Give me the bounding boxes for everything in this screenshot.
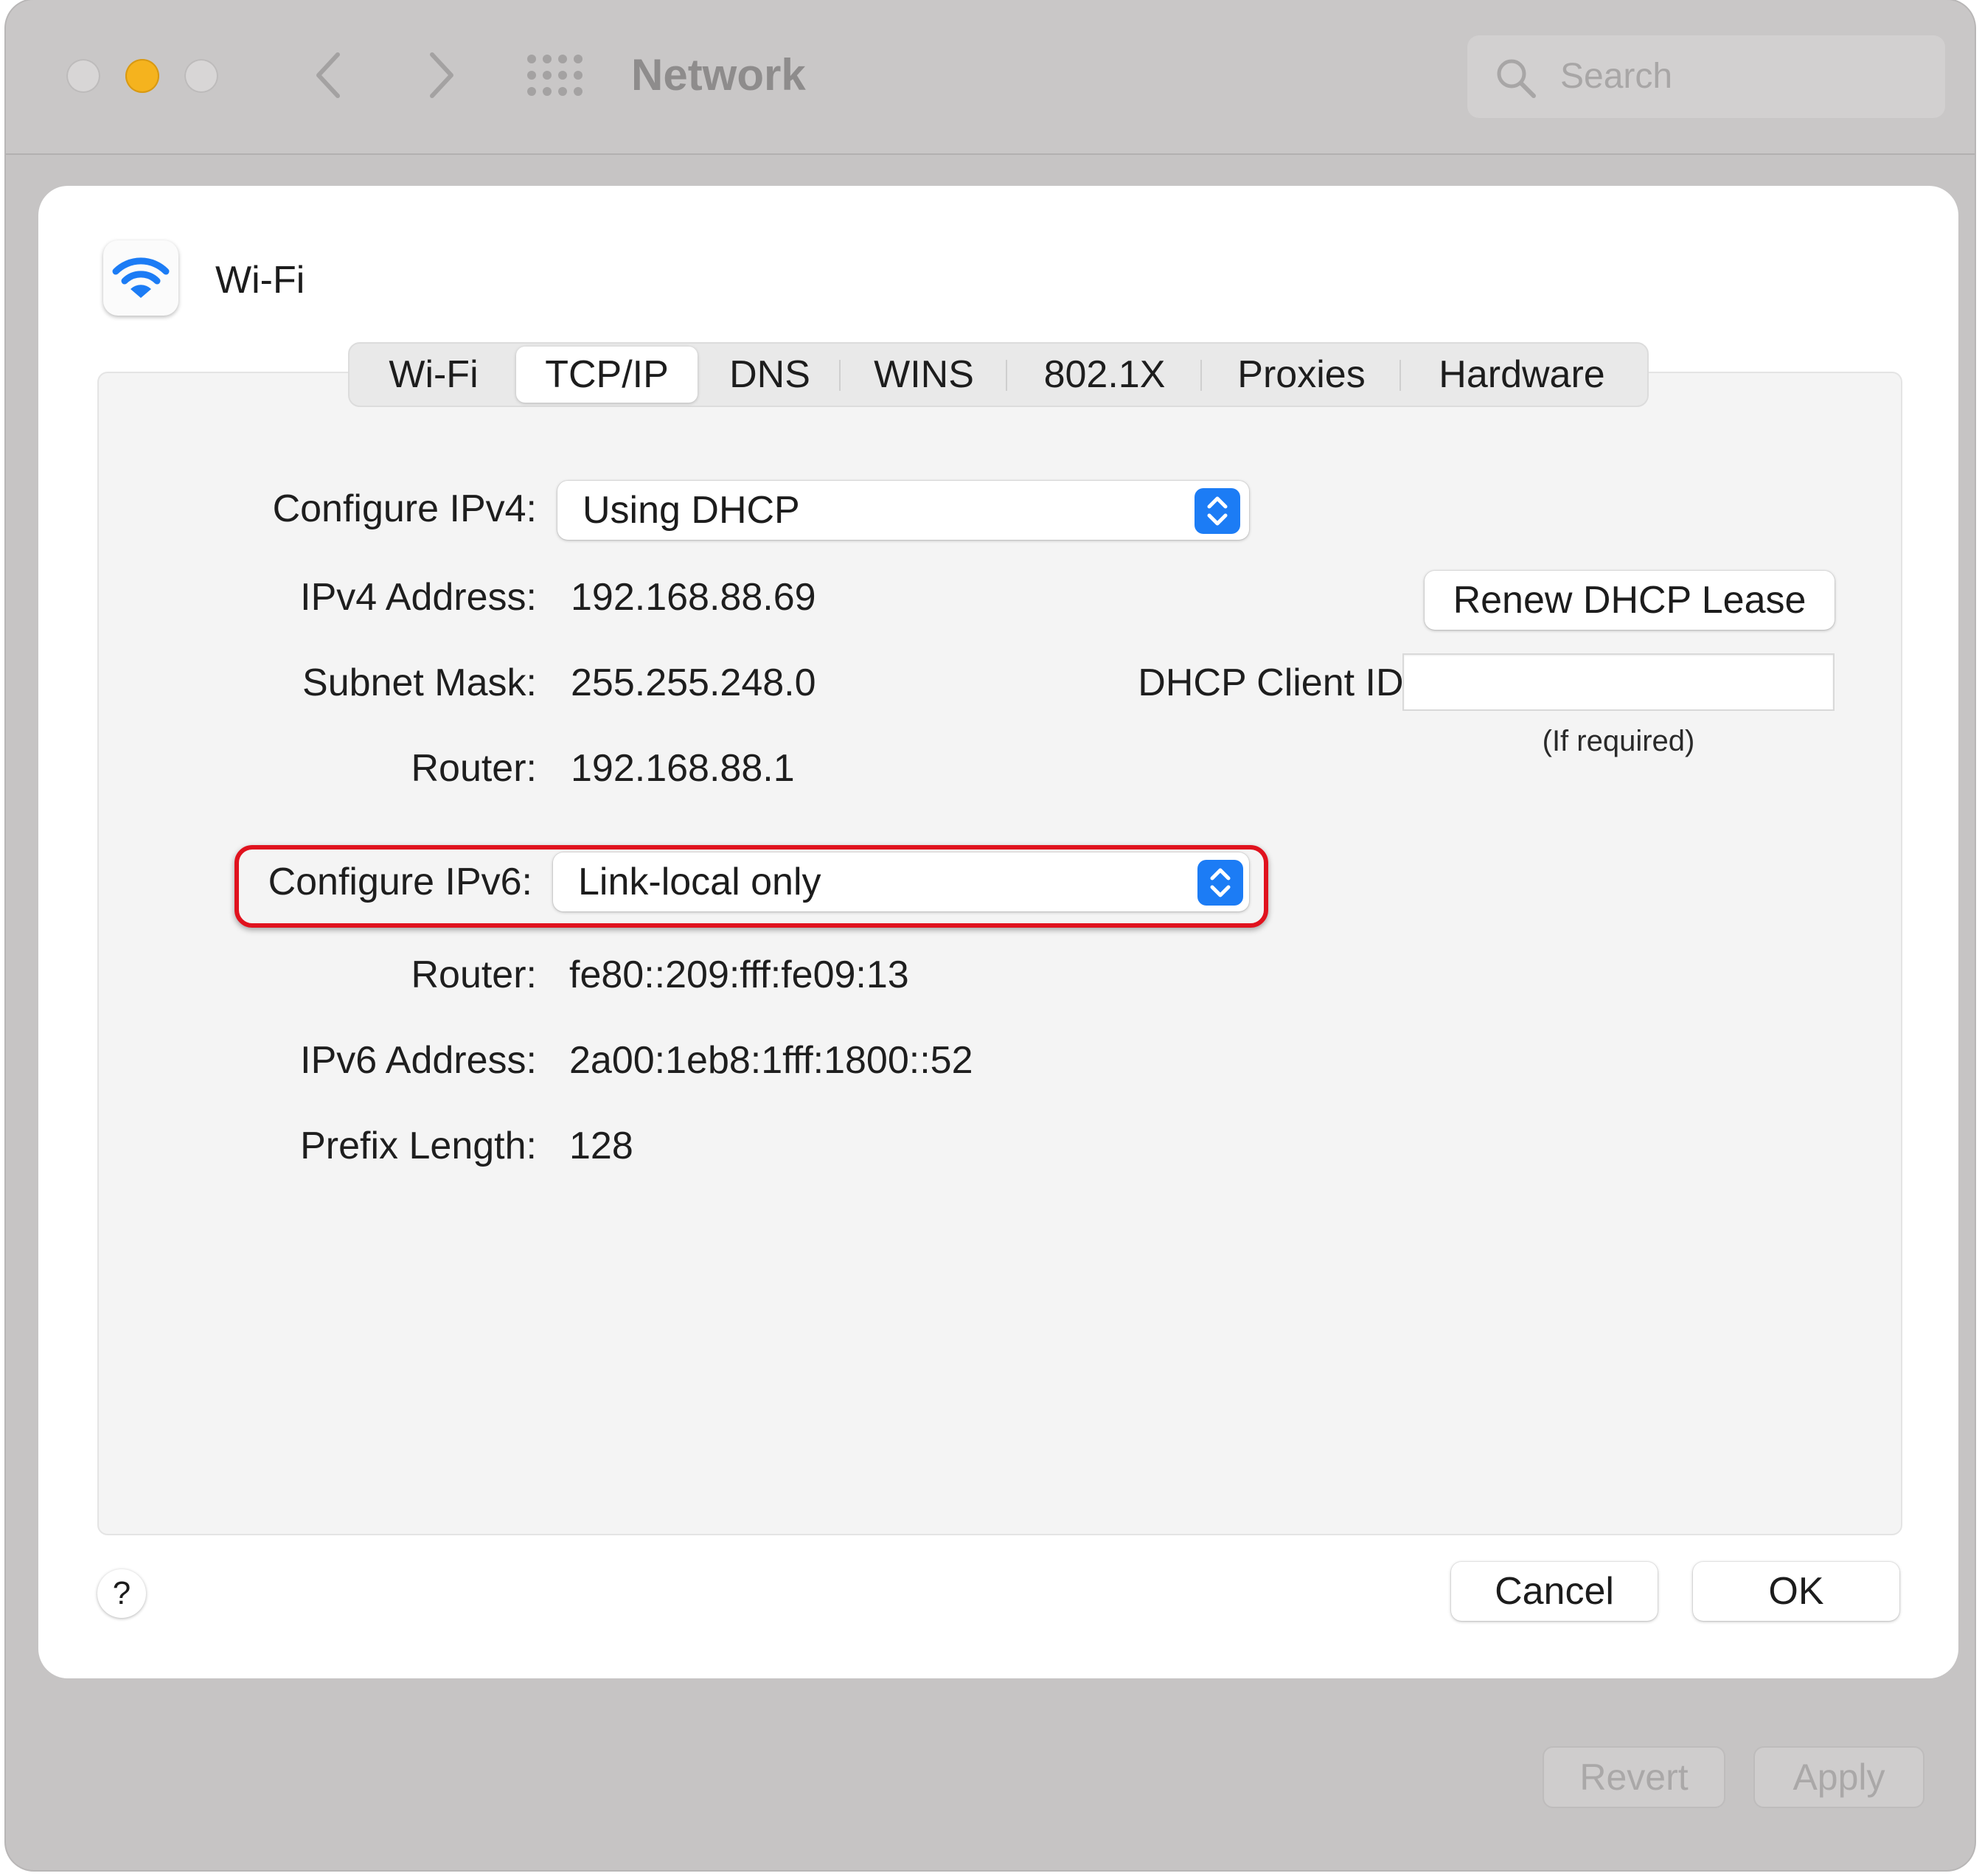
ipv4-address-label: IPv4 Address: [300,576,537,619]
service-name: Wi-Fi [215,259,305,302]
ipv6-router-value: fe80::209:fff:fe09:13 [569,953,909,996]
chevron-left-icon [316,52,340,98]
configure-ipv4-value: Using DHCP [583,489,800,532]
ok-button[interactable]: OK [1693,1562,1899,1621]
minimize-window-button[interactable] [125,59,159,93]
subnet-mask-label: Subnet Mask: [302,661,537,704]
tab-proxies[interactable]: Proxies [1205,344,1398,406]
search-placeholder: Search [1560,57,1673,96]
title-bar: Network Search [6,0,1975,155]
configure-ipv4-popup[interactable]: Using DHCP [557,481,1249,540]
ipv6-router-label: Router: [411,953,537,996]
ipv4-address-value: 192.168.88.69 [571,576,816,619]
prefix-length-value: 128 [569,1125,633,1167]
help-button[interactable]: ? [97,1569,146,1618]
grid-icon [527,55,583,96]
tab-802-1x[interactable]: 802.1X [1010,344,1199,406]
ipv4-router-value: 192.168.88.1 [571,747,795,790]
tab-hardware[interactable]: Hardware [1404,344,1640,406]
tab-separator [1200,360,1202,391]
zoom-window-button[interactable] [184,59,218,93]
tab-tcp-ip[interactable]: TCP/IP [516,347,698,403]
up-down-chevron-icon [1197,860,1243,906]
wifi-icon [112,257,170,298]
service-icon-tile [103,240,178,316]
search-icon [1494,56,1538,100]
back-button[interactable] [307,47,351,103]
tab-separator [1399,360,1401,391]
system-preferences-window: Network Search Revert Apply Wi-Fi Wi-Fi … [6,0,1975,1870]
show-all-button[interactable] [526,53,585,97]
window-title: Network [631,50,806,100]
tab-wifi[interactable]: Wi-Fi [360,344,507,406]
configure-ipv4-label: Configure IPv4: [272,487,537,530]
ipv6-address-value: 2a00:1eb8:1fff:1800::52 [569,1039,973,1082]
search-field[interactable]: Search [1467,35,1945,118]
subnet-mask-value: 255.255.248.0 [571,661,816,704]
ipv6-address-label: IPv6 Address: [300,1039,537,1082]
ipv4-router-label: Router: [411,747,537,790]
tab-bar: Wi-Fi TCP/IP DNS WINS 802.1X Proxies Har… [348,342,1649,407]
configure-ipv6-value: Link-local only [578,861,821,903]
up-down-chevron-icon [1195,488,1240,534]
close-window-button[interactable] [66,59,100,93]
advanced-settings-sheet: Wi-Fi Wi-Fi TCP/IP DNS WINS 802.1X Proxi… [38,186,1958,1678]
configure-ipv6-label: Configure IPv6: [268,861,532,903]
dhcp-client-id-field[interactable] [1402,653,1835,711]
tab-wins[interactable]: WINS [844,344,1004,406]
tab-separator [839,360,841,391]
renew-dhcp-lease-button[interactable]: Renew DHCP Lease [1425,571,1835,630]
cancel-button[interactable]: Cancel [1451,1562,1658,1621]
forward-button[interactable] [419,47,463,103]
prefix-length-label: Prefix Length: [300,1125,537,1167]
configure-ipv6-popup[interactable]: Link-local only [553,852,1249,911]
chevron-right-icon [430,52,453,98]
dhcp-client-id-hint: (If required) [1542,725,1695,757]
tab-separator [1006,360,1007,391]
dhcp-client-id-label: DHCP Client ID: [1138,661,1414,704]
tab-dns[interactable]: DNS [703,344,836,406]
apply-button[interactable]: Apply [1753,1746,1924,1808]
revert-button[interactable]: Revert [1543,1746,1725,1808]
